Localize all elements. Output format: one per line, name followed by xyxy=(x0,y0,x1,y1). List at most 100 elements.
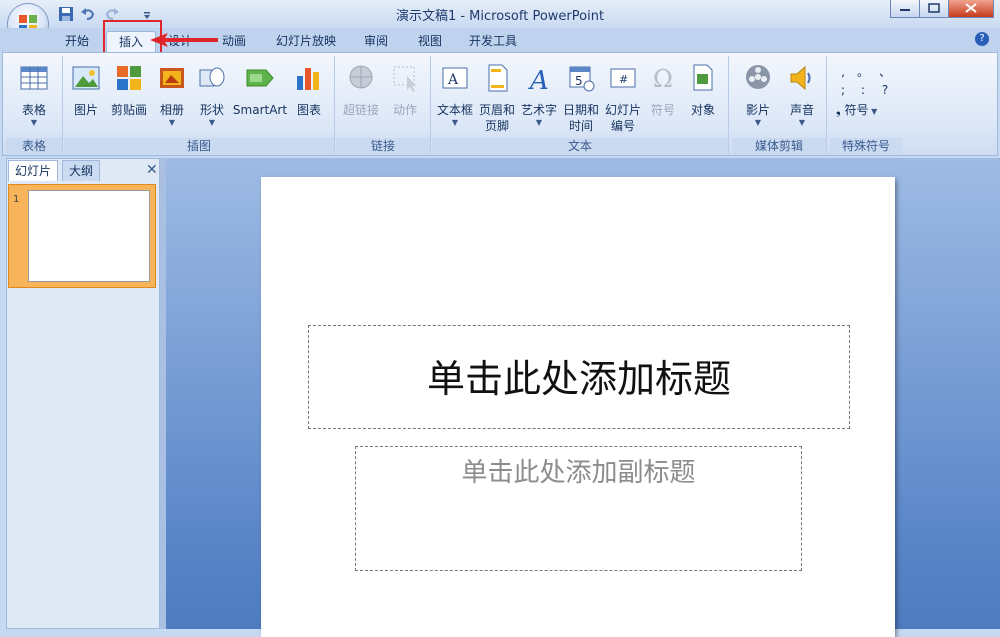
wordart-icon: A xyxy=(528,66,549,96)
shapes-button[interactable]: 形状 ▼ xyxy=(192,62,232,128)
window-controls xyxy=(890,0,995,18)
chart-icon xyxy=(297,68,319,90)
sound-button[interactable]: 声音 ▼ xyxy=(780,62,824,128)
object-button[interactable]: 对象 xyxy=(682,62,724,118)
undo-icon[interactable] xyxy=(80,6,96,22)
album-label: 相册 xyxy=(159,103,184,117)
smartart-button[interactable]: SmartArt xyxy=(232,62,288,118)
movie-button[interactable]: 影片 ▼ xyxy=(736,62,780,128)
tab-slideshow[interactable]: 幻灯片放映 xyxy=(270,31,342,51)
caret-icon: ▼ xyxy=(30,118,38,127)
album-button[interactable]: 相册 ▼ xyxy=(152,62,192,128)
smartart-label: SmartArt xyxy=(232,103,288,117)
picture-label: 图片 xyxy=(73,103,98,117)
hyperlink-globe-icon xyxy=(349,65,373,89)
symbol-button[interactable]: Ω 符号 xyxy=(644,62,682,118)
omega-icon: Ω xyxy=(653,65,673,93)
minimize-button[interactable] xyxy=(890,0,920,18)
speaker-icon xyxy=(790,65,811,91)
title-placeholder-text: 单击此处添加标题 xyxy=(426,357,731,401)
tab-review[interactable]: 审阅 xyxy=(356,31,396,51)
object-icon xyxy=(693,64,713,91)
symbol-semicolon[interactable]: ; xyxy=(836,82,850,98)
sound-label: 声音 xyxy=(789,103,814,117)
shapes-icon xyxy=(199,67,225,87)
action-label: 动作 xyxy=(392,103,417,117)
chart-label: 图表 xyxy=(296,103,321,117)
slide-number-button[interactable]: # 幻灯片 编号 xyxy=(602,62,644,134)
symbol-bullet-icon: ❟ xyxy=(836,103,845,117)
group-label: 链接 xyxy=(336,138,430,154)
hyperlink-label: 超链接 xyxy=(342,103,379,117)
tab-view[interactable]: 视图 xyxy=(410,31,450,51)
wordart-label: 艺术字 xyxy=(520,103,557,117)
subtitle-placeholder-text: 单击此处添加副标题 xyxy=(461,458,696,488)
header-footer-button[interactable]: 页眉和 页脚 xyxy=(476,62,518,134)
slide-thumbnail[interactable] xyxy=(28,190,150,282)
svg-text:Ω: Ω xyxy=(653,65,673,93)
tab-outline[interactable]: 大纲 xyxy=(62,160,101,181)
caret-icon: ▼ xyxy=(754,118,762,127)
maximize-button[interactable] xyxy=(919,0,949,18)
clipart-button[interactable]: 剪贴画 xyxy=(106,62,152,118)
tab-developer[interactable]: 开发工具 xyxy=(462,31,524,51)
tab-animation[interactable]: 动画 xyxy=(214,31,254,51)
date-time-button[interactable]: 5 日期和 时间 xyxy=(560,62,602,134)
group-label: 文本 xyxy=(432,138,728,154)
film-reel-icon xyxy=(746,65,770,89)
wordart-button[interactable]: A 艺术字 ▼ xyxy=(518,62,560,128)
group-illustrations: 图片 剪贴画 相册 ▼ 形状 ▼ SmartArt 图表 插图 xyxy=(64,56,335,154)
group-special-symbols: , 。 、 ; : ? ❟ 符号 ▼ 特殊符号 xyxy=(830,56,902,154)
symbol-enum-comma[interactable]: 、 xyxy=(878,64,892,80)
special-symbol-label: 符号 xyxy=(844,103,869,117)
tab-home[interactable]: 开始 xyxy=(57,31,97,51)
save-icon[interactable] xyxy=(58,6,74,22)
date-time-label-1: 日期和 xyxy=(562,103,599,117)
textbox-label: 文本框 xyxy=(436,103,473,117)
picture-button[interactable]: 图片 xyxy=(66,62,106,118)
action-button[interactable]: 动作 xyxy=(384,62,426,118)
close-pane-icon[interactable]: ✕ xyxy=(146,162,158,178)
help-icon[interactable]: ? xyxy=(975,32,989,46)
arrow-annotation-icon xyxy=(150,33,218,47)
table-label: 表格 xyxy=(21,103,46,117)
caret-icon: ▼ xyxy=(798,118,806,127)
special-symbol-button[interactable]: ❟ 符号 ▼ xyxy=(836,102,898,118)
svg-text:#: # xyxy=(619,73,628,86)
hyperlink-button[interactable]: 超链接 xyxy=(338,62,384,118)
symbol-comma[interactable]: , xyxy=(836,64,850,80)
object-label: 对象 xyxy=(690,103,715,117)
caret-icon: ▼ xyxy=(868,107,878,116)
group-label: 插图 xyxy=(64,138,334,154)
header-footer-label-1: 页眉和 xyxy=(478,103,515,117)
chart-button[interactable]: 图表 xyxy=(288,62,330,118)
symbol-period[interactable]: 。 xyxy=(856,64,870,80)
caret-icon: ▼ xyxy=(208,118,216,127)
group-table: 表格 ▼ 表格 xyxy=(6,56,63,154)
slide-number-label-1: 幻灯片 xyxy=(604,103,641,117)
picture-icon xyxy=(72,66,100,90)
restore-icon xyxy=(928,3,940,13)
table-button[interactable]: 表格 ▼ xyxy=(6,62,62,128)
group-label: 媒体剪辑 xyxy=(732,138,826,154)
shapes-label: 形状 xyxy=(199,103,224,117)
slide-pane-tabs: 幻灯片 大纲 ✕ xyxy=(6,160,160,182)
caret-icon: ▼ xyxy=(535,118,543,127)
group-links: 超链接 动作 链接 xyxy=(336,56,431,154)
symbol-colon[interactable]: : xyxy=(856,82,870,98)
slide-number: 1 xyxy=(13,194,20,205)
textbox-button[interactable]: A 文本框 ▼ xyxy=(434,62,476,128)
close-icon xyxy=(965,3,977,13)
group-media: 影片 ▼ 声音 ▼ 媒体剪辑 xyxy=(732,56,827,154)
textbox-icon: A xyxy=(442,67,468,89)
clipart-label: 剪贴画 xyxy=(110,103,147,117)
tab-slides[interactable]: 幻灯片 xyxy=(8,160,59,181)
table-icon xyxy=(20,66,48,90)
svg-text:A: A xyxy=(528,66,549,94)
close-button[interactable] xyxy=(948,0,994,18)
header-footer-icon xyxy=(488,64,508,92)
group-label: 表格 xyxy=(6,138,62,154)
svg-text:5: 5 xyxy=(575,74,583,88)
calendar-icon: 5 xyxy=(569,66,595,92)
symbol-question[interactable]: ? xyxy=(878,82,892,98)
